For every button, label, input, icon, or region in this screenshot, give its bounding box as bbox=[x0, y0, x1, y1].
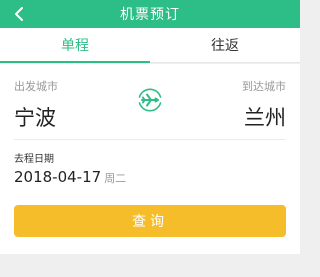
tab-round-trip[interactable]: 往返 bbox=[150, 28, 300, 62]
departure-date-value: 2018-04-17 周二 bbox=[14, 168, 126, 186]
airplane-swap-icon bbox=[138, 88, 162, 112]
from-city[interactable]: 宁波 bbox=[14, 102, 56, 132]
route-row: 出发城市 宁波 到达城市 兰州 bbox=[0, 64, 300, 138]
flight-booking-screen: 机票预订 单程 往返 出发城市 宁波 到达城市 兰州 去程日期 2018-04-… bbox=[0, 0, 300, 277]
page-title: 机票预订 bbox=[120, 7, 180, 23]
from-city-label: 出发城市 bbox=[14, 80, 58, 93]
chevron-left-icon bbox=[15, 7, 23, 21]
departure-date: 2018-04-17 bbox=[14, 168, 102, 186]
nav-bar: 机票预订 bbox=[0, 0, 300, 28]
departure-date-label: 去程日期 bbox=[14, 154, 54, 165]
search-button[interactable]: 查询 bbox=[14, 205, 286, 237]
to-city[interactable]: 兰州 bbox=[244, 102, 286, 132]
departure-weekday: 周二 bbox=[104, 172, 127, 185]
to-city-label: 到达城市 bbox=[242, 80, 286, 93]
trip-type-tabs: 单程 往返 bbox=[0, 28, 300, 63]
tab-one-way[interactable]: 单程 bbox=[0, 28, 150, 63]
departure-date-row[interactable]: 去程日期 2018-04-17 周二 bbox=[0, 140, 300, 192]
search-card: 出发城市 宁波 到达城市 兰州 去程日期 2018-04-17 周二 查询 bbox=[0, 64, 300, 254]
back-button[interactable] bbox=[8, 3, 30, 25]
swap-cities-button[interactable] bbox=[135, 85, 165, 115]
